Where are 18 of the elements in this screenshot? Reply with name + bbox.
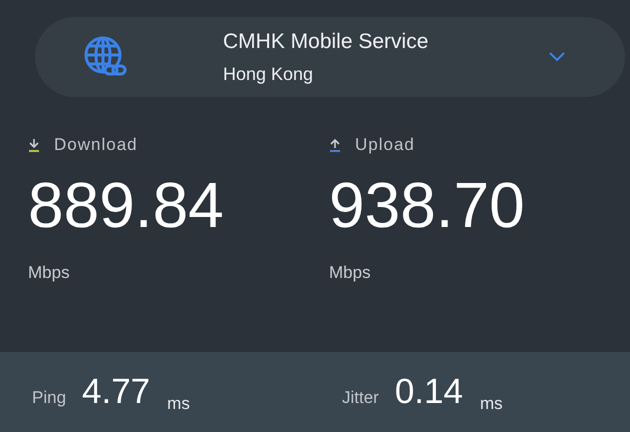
chevron-down-icon[interactable]: [549, 52, 565, 62]
speed-unit: Mbps: [329, 263, 372, 283]
latency-unit: ms: [167, 394, 190, 414]
latency-unit: ms: [480, 394, 503, 414]
server-name: CMHK Mobile Service: [223, 30, 430, 54]
metric-label: Upload: [355, 135, 415, 155]
speed-value: 938.70: [329, 169, 526, 241]
download-icon: [28, 138, 40, 152]
latency-value: 4.77: [82, 372, 150, 412]
upload-icon: [329, 138, 341, 152]
speed-unit: Mbps: [28, 263, 71, 283]
speed-value: 889.84: [28, 169, 225, 241]
latency-label: Jitter: [342, 388, 379, 408]
latency-label: Ping: [32, 388, 66, 408]
metric-label: Download: [54, 135, 138, 155]
server-selector[interactable]: CMHK Mobile Service Hong Kong: [35, 17, 625, 97]
latency-value: 0.14: [394, 372, 463, 412]
server-location: Hong Kong: [223, 64, 314, 84]
